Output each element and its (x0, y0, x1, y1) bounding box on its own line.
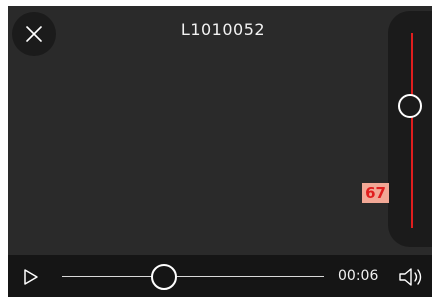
file-name: L1010052 (180, 20, 266, 39)
video-frame[interactable]: L1010052 67 (8, 6, 432, 255)
speaker-icon (398, 267, 424, 287)
playback-controls: 00:06 (8, 255, 432, 297)
volume-slider-panel[interactable] (388, 11, 432, 247)
play-icon (23, 268, 39, 286)
play-button[interactable] (22, 267, 40, 287)
volume-handle[interactable] (398, 94, 422, 118)
video-viewer: L1010052 67 00:06 (8, 6, 432, 297)
elapsed-time: 00:06 (338, 268, 379, 284)
volume-track[interactable] (411, 33, 413, 228)
seek-handle[interactable] (151, 264, 177, 290)
speaker-button[interactable] (398, 266, 424, 288)
close-button[interactable] (12, 12, 56, 56)
close-icon (25, 25, 43, 43)
seek-track[interactable] (62, 276, 324, 277)
volume-value: 67 (362, 183, 389, 203)
